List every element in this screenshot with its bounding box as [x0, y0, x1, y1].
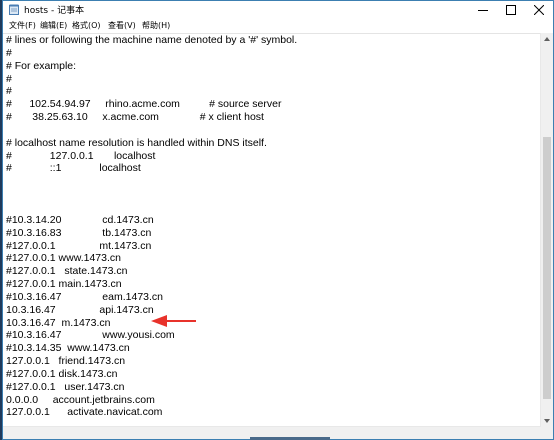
- minimize-button[interactable]: [469, 1, 497, 19]
- scroll-down-arrow-icon[interactable]: [541, 415, 553, 427]
- red-arrow-annotation: [151, 315, 196, 327]
- menu-edit[interactable]: 编辑(E): [40, 20, 67, 31]
- menu-format[interactable]: 格式(O): [72, 20, 101, 31]
- notepad-app-icon: [9, 4, 19, 15]
- menu-view[interactable]: 查看(V): [108, 20, 136, 31]
- menu-help[interactable]: 帮助(H): [142, 20, 170, 31]
- menu-file[interactable]: 文件(F): [9, 20, 36, 31]
- vertical-scrollbar[interactable]: [540, 33, 553, 427]
- text-editor[interactable]: # lines or following the machine name de…: [3, 33, 541, 427]
- close-button[interactable]: [525, 1, 553, 19]
- window-title: hosts - 记事本: [24, 6, 85, 16]
- title-bar[interactable]: hosts - 记事本: [3, 1, 553, 19]
- maximize-button[interactable]: [497, 1, 525, 19]
- menu-bar: 文件(F) 编辑(E) 格式(O) 查看(V) 帮助(H): [3, 19, 553, 33]
- notepad-window: hosts - 记事本 文件(F) 编辑(E) 格式(O) 查看(V) 帮助(H…: [2, 0, 554, 440]
- scrollbar-corner: [541, 427, 553, 439]
- maximize-icon: [506, 5, 516, 15]
- scroll-up-arrow-icon[interactable]: [541, 33, 553, 45]
- vertical-scroll-thumb[interactable]: [543, 137, 551, 399]
- minimize-icon: [478, 10, 488, 11]
- close-icon: [534, 5, 544, 15]
